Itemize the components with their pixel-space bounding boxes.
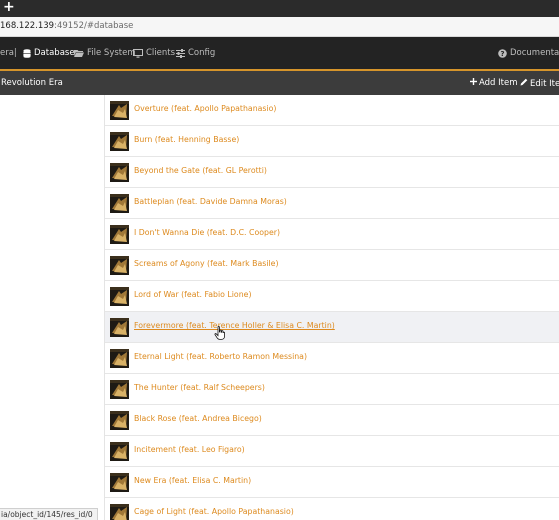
album-cover-icon xyxy=(110,194,129,213)
track-title-link[interactable]: Lord of War (feat. Fabio Lione) xyxy=(134,290,252,299)
track-row[interactable]: New Era (feat. Elisa C. Martin) xyxy=(105,467,559,498)
track-title-link[interactable]: New Era (feat. Elisa C. Martin) xyxy=(134,476,251,485)
album-header-bar: Revolution Era Add Item Edit Item xyxy=(0,71,559,95)
track-title-link[interactable]: Overture (feat. Apollo Papathanasio) xyxy=(134,104,276,113)
track-title-link[interactable]: Black Rose (feat. Andrea Bicego) xyxy=(134,414,262,423)
album-cover-icon xyxy=(110,411,129,430)
album-cover-icon xyxy=(110,225,129,244)
svg-text:?: ? xyxy=(500,50,504,58)
track-row[interactable]: Incitement (feat. Leo Figaro) xyxy=(105,436,559,467)
album-cover-icon xyxy=(110,287,129,306)
pencil-icon xyxy=(520,78,528,89)
sidebar-panel xyxy=(0,95,105,520)
track-row[interactable]: I Don't Wanna Die (feat. D.C. Cooper) xyxy=(105,219,559,250)
nav-tab-file-system-label: File System xyxy=(87,48,136,58)
edit-item-button[interactable]: Edit Item xyxy=(520,78,559,89)
album-cover-icon xyxy=(110,504,129,520)
track-title-link[interactable]: Forevermore (feat. Terence Holler & Elis… xyxy=(134,321,335,330)
sliders-icon xyxy=(176,48,185,58)
track-row[interactable]: Forevermore (feat. Terence Holler & Elis… xyxy=(105,312,559,343)
album-cover-icon xyxy=(110,256,129,275)
album-cover-icon xyxy=(110,163,129,182)
plus-icon xyxy=(470,78,477,88)
status-url-preview: ia/object_id/145/res_id/0 xyxy=(0,508,98,520)
track-title-link[interactable]: The Hunter (feat. Ralf Scheepers) xyxy=(134,383,265,392)
nav-tab-database-label: Database xyxy=(34,48,75,58)
nav-item-truncated[interactable]: era| xyxy=(0,48,17,58)
track-row[interactable]: Black Rose (feat. Andrea Bicego) xyxy=(105,405,559,436)
track-row[interactable]: Screams of Agony (feat. Mark Basile) xyxy=(105,250,559,281)
nav-item-truncated-label: era| xyxy=(0,48,17,58)
track-title-link[interactable]: Screams of Agony (feat. Mark Basile) xyxy=(134,259,279,268)
track-title-link[interactable]: Eternal Light (feat. Roberto Ramon Messi… xyxy=(134,352,307,361)
edit-item-label: Edit Item xyxy=(530,78,559,89)
hand-cursor-icon xyxy=(214,325,226,340)
album-cover-icon xyxy=(110,442,129,461)
nav-documentation[interactable]: ? Documentatio xyxy=(498,48,559,58)
album-title: Revolution Era xyxy=(1,78,63,88)
nav-tab-config[interactable]: Config xyxy=(176,48,215,58)
album-cover-icon xyxy=(110,132,129,151)
add-item-button[interactable]: Add Item xyxy=(470,78,518,88)
album-cover-icon xyxy=(110,101,129,120)
track-title-link[interactable]: Incitement (feat. Leo Figaro) xyxy=(134,445,245,454)
track-list: Overture (feat. Apollo Papathanasio) Burn… xyxy=(105,95,559,520)
track-row[interactable]: Eternal Light (feat. Roberto Ramon Messi… xyxy=(105,343,559,374)
album-cover-icon xyxy=(110,473,129,492)
browser-tab-strip: + xyxy=(0,0,559,17)
monitor-icon xyxy=(133,48,143,58)
address-bar[interactable]: 168.122.139:49152/#database xyxy=(0,17,559,37)
nav-tab-file-system[interactable]: File System xyxy=(74,48,136,58)
nav-tab-clients-label: Clients xyxy=(146,48,176,58)
question-circle-icon: ? xyxy=(498,48,507,58)
track-title-link[interactable]: Cage of Light (feat. Apollo Papathanasio… xyxy=(134,507,294,516)
track-row[interactable]: Cage of Light (feat. Apollo Papathanasio… xyxy=(105,498,559,520)
nav-tab-config-label: Config xyxy=(188,48,216,58)
folder-icon xyxy=(74,49,84,57)
add-item-label: Add Item xyxy=(479,78,518,88)
album-cover-icon xyxy=(110,318,129,337)
url-path: :49152/#database xyxy=(54,21,134,31)
track-row[interactable]: Burn (feat. Henning Basse) xyxy=(105,126,559,157)
album-cover-icon xyxy=(110,380,129,399)
album-cover-icon xyxy=(110,349,129,368)
track-row[interactable]: Battleplan (feat. Davide Damna Moras) xyxy=(105,188,559,219)
nav-documentation-label: Documentatio xyxy=(510,48,559,58)
database-icon xyxy=(23,48,31,58)
track-row[interactable]: Beyond the Gate (feat. GL Perotti) xyxy=(105,157,559,188)
track-title-link[interactable]: Beyond the Gate (feat. GL Perotti) xyxy=(134,166,267,175)
track-row[interactable]: Overture (feat. Apollo Papathanasio) xyxy=(105,95,559,126)
track-row[interactable]: Lord of War (feat. Fabio Lione) xyxy=(105,281,559,312)
new-tab-button[interactable]: + xyxy=(3,0,15,16)
nav-tab-database[interactable]: Database xyxy=(23,48,75,58)
track-title-link[interactable]: I Don't Wanna Die (feat. D.C. Cooper) xyxy=(134,228,280,237)
track-title-link[interactable]: Battleplan (feat. Davide Damna Moras) xyxy=(134,197,287,206)
track-title-link[interactable]: Burn (feat. Henning Basse) xyxy=(134,135,239,144)
url-host: 168.122.139 xyxy=(0,21,55,31)
app-navbar: era| Database File System Clients Config… xyxy=(0,37,559,71)
url-text[interactable]: 168.122.139:49152/#database xyxy=(0,21,133,31)
nav-tab-clients[interactable]: Clients xyxy=(133,48,175,58)
track-row[interactable]: The Hunter (feat. Ralf Scheepers) xyxy=(105,374,559,405)
